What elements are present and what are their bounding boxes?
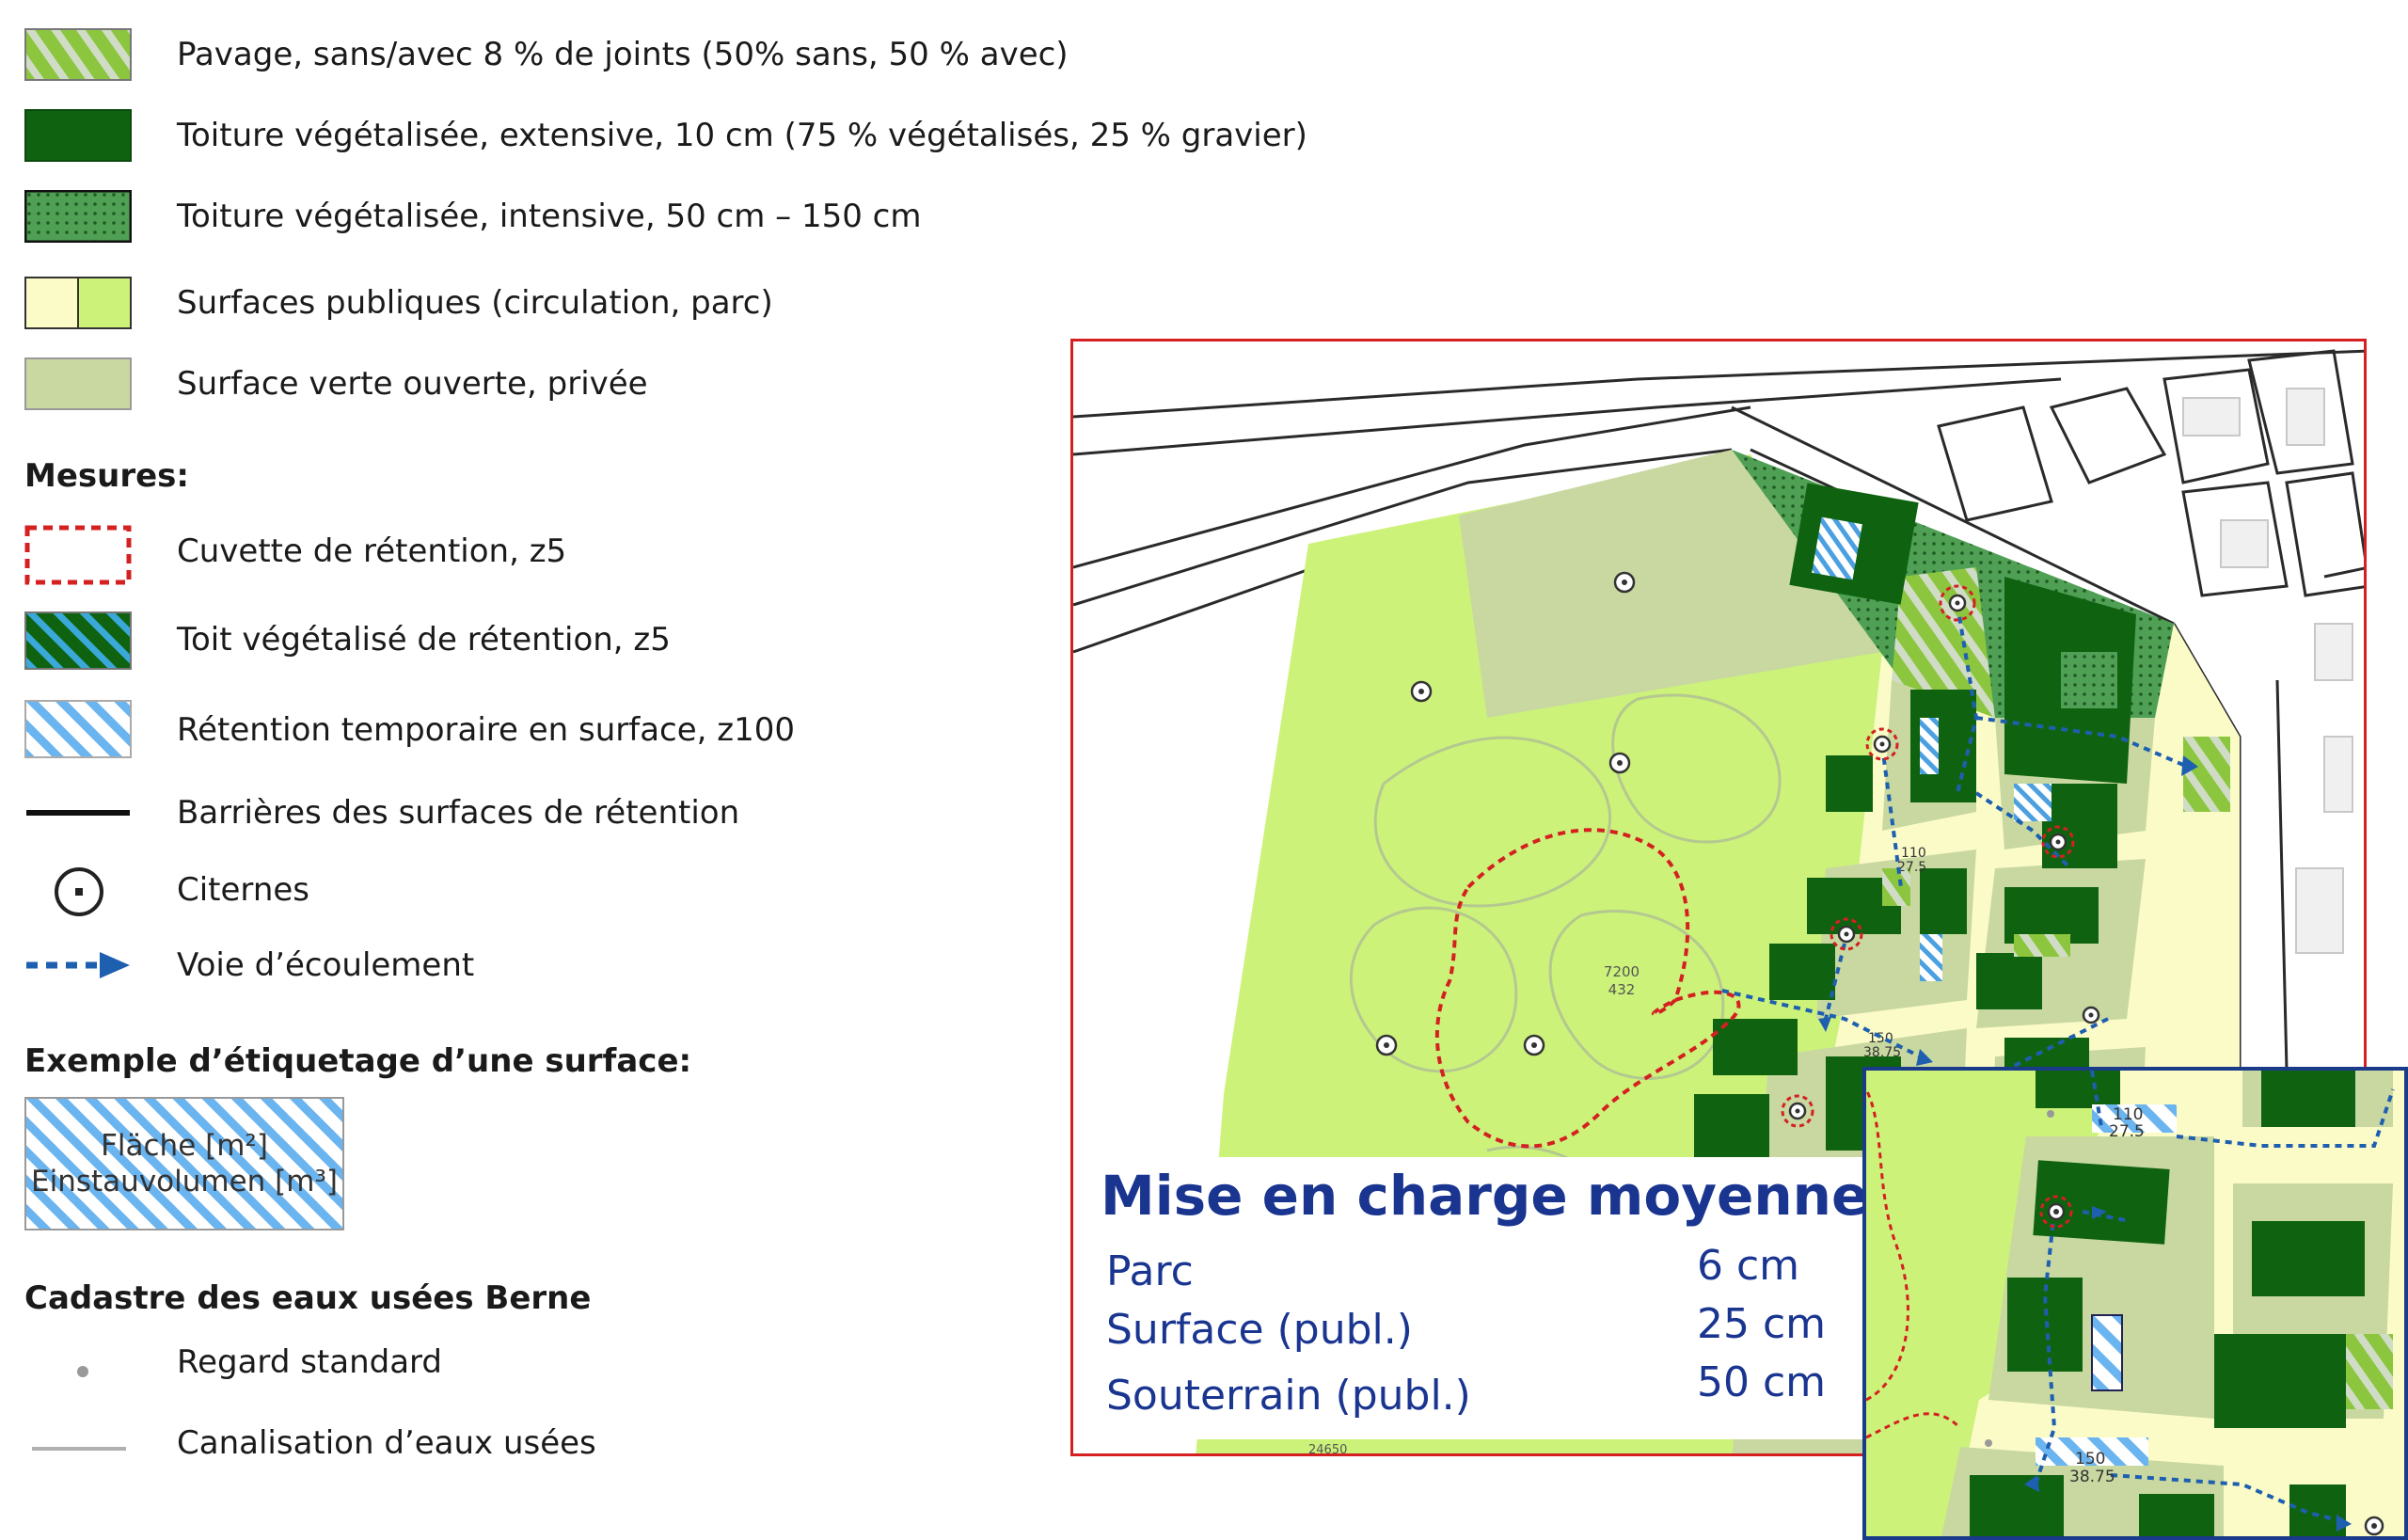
- legend-item-toiture-extensive: Toiture végétalisée, extensive, 10 cm (7…: [0, 109, 1307, 175]
- legend-label: Surfaces publiques (circulation, parc): [177, 284, 773, 322]
- grey-line-icon: [32, 1447, 126, 1451]
- dark-green-swatch-icon: [24, 109, 132, 162]
- legend-item-cuvette: Cuvette de rétention, z5: [0, 525, 1054, 591]
- info-row-label: Souterrain (publ.): [1106, 1372, 1471, 1420]
- example-line-2: Einstauvolumen [m³]: [31, 1165, 338, 1199]
- legend-label: Surface verte ouverte, privée: [177, 365, 648, 403]
- info-row-value: 50 cm: [1697, 1358, 1827, 1406]
- legend-item-surface-verte: Surface verte ouverte, privée: [0, 357, 1054, 423]
- example-line-1: Fläche [m²]: [101, 1129, 268, 1163]
- surface-label-a1: 110: [1901, 846, 1926, 861]
- surface-label-b1: 150: [1868, 1031, 1893, 1046]
- intensive-roof-patch: [2061, 652, 2117, 708]
- blue-hatched-swatch-icon: [24, 700, 132, 758]
- legend-item-retention-temporaire: Rétention temporaire en surface, z100: [0, 700, 1054, 766]
- inset-cistern-center: [2053, 1209, 2059, 1215]
- inset-cistern-2-center: [2371, 1523, 2377, 1529]
- flow-arrow-icon: [26, 952, 130, 978]
- info-row-label: Surface (publ.): [1106, 1306, 1413, 1354]
- legend-label: Citernes: [177, 871, 309, 909]
- load-info-box: Mise en charge moyenne Parc 6 cm Surface…: [1091, 1157, 1868, 1439]
- legend-label: Pavage, sans/avec 8 % de joints (50% san…: [177, 36, 1069, 73]
- teal-hatched-swatch-icon: [24, 611, 132, 670]
- legend-label: Rétention temporaire en surface, z100: [177, 711, 796, 749]
- example-label-box: Fläche [m²] Einstauvolumen [m³]: [24, 1097, 344, 1230]
- legend-label: Toiture végétalisée, intensive, 50 cm – …: [177, 198, 922, 235]
- info-row-value: 6 cm: [1697, 1242, 1800, 1290]
- legend-item-surfaces-publiques: Surfaces publiques (circulation, parc): [0, 277, 1054, 342]
- inset-label-a2: 27.5: [2109, 1122, 2145, 1141]
- measures-heading: Mesures:: [24, 457, 189, 495]
- legend-item-canalisation: Canalisation d’eaux usées: [0, 1417, 1054, 1483]
- legend-item-toit-retention: Toit végétalisé de rétention, z5: [0, 611, 1054, 677]
- black-line-icon: [26, 810, 130, 816]
- legend-label: Cuvette de rétention, z5: [177, 532, 567, 570]
- yellow-lime-split-swatch-icon: [24, 277, 132, 329]
- inset-manhole: [2047, 1110, 2054, 1118]
- sage-green-swatch-icon: [24, 357, 132, 410]
- inset-paving-strip: [2346, 1334, 2393, 1409]
- surface-label-b2: 38.75: [1863, 1045, 1901, 1060]
- inset-map[interactable]: 110 27.5 150 38.75: [1862, 1067, 2408, 1540]
- inset-manhole-2: [1985, 1439, 1992, 1447]
- parcel-label-2: 432: [1608, 981, 1636, 998]
- legend-item-toiture-intensive: Toiture végétalisée, intensive, 50 cm – …: [0, 190, 1054, 256]
- inset-label-b2: 38.75: [2069, 1468, 2115, 1486]
- legend-label: Toiture végétalisée, extensive, 10 cm (7…: [177, 117, 1307, 154]
- red-dashed-outline-icon: [24, 525, 132, 585]
- inset-map-canvas: 110 27.5 150 38.75: [1866, 1071, 2404, 1536]
- inset-label-a1: 110: [2113, 1105, 2143, 1124]
- legend-label: Toit végétalisé de rétention, z5: [177, 621, 671, 659]
- cistern-icon: [55, 867, 103, 916]
- legend-label: Barrières des surfaces de rétention: [177, 794, 740, 832]
- manhole-dot-icon: [77, 1366, 88, 1377]
- legend-item-ecoulement: Voie d’écoulement: [0, 939, 1054, 1005]
- hatched-green-swatch-icon: [24, 28, 132, 81]
- inset-retention-roof: [2091, 1314, 2123, 1391]
- info-row-value: 25 cm: [1697, 1300, 1827, 1348]
- example-heading: Exemple d’étiquetage d’une surface:: [24, 1042, 692, 1080]
- parcel-label-1: 7200: [1604, 963, 1640, 980]
- dotted-green-swatch-icon: [24, 190, 132, 243]
- surface-label-a2: 27.5: [1897, 860, 1926, 875]
- info-row-label: Parc: [1106, 1247, 1194, 1295]
- legend-item-citernes: Citernes: [0, 862, 1054, 928]
- cadastre-heading: Cadastre des eaux usées Berne: [24, 1279, 592, 1317]
- legend-label: Regard standard: [177, 1343, 443, 1381]
- inset-label-b1: 150: [2075, 1450, 2105, 1469]
- legend-item-pavage: Pavage, sans/avec 8 % de joints (50% san…: [0, 28, 1069, 94]
- bottom-parcel-label: 24650: [1308, 1443, 1347, 1456]
- legend-item-regard: Regard standard: [0, 1336, 1054, 1402]
- legend-item-barrieres: Barrières des surfaces de rétention: [0, 786, 1054, 852]
- blue-hatched-swatch-icon: [24, 1097, 344, 1230]
- legend-label: Voie d’écoulement: [177, 946, 475, 984]
- legend-label: Canalisation d’eaux usées: [177, 1424, 596, 1462]
- info-title: Mise en charge moyenne: [1101, 1164, 1869, 1228]
